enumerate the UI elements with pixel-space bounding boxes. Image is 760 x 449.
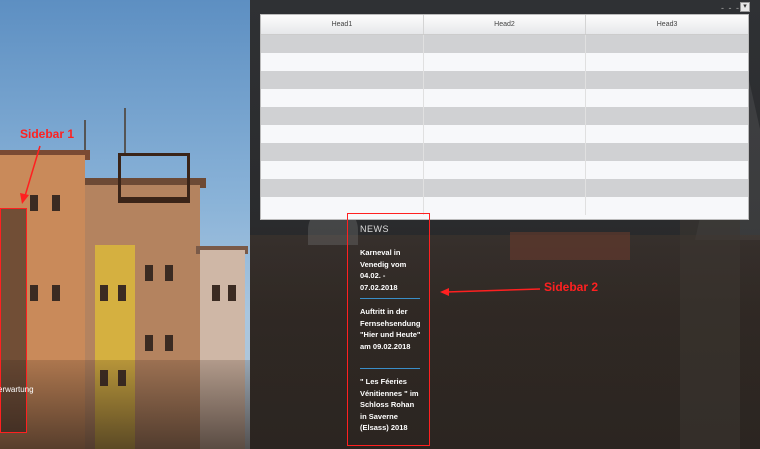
table-cell[interactable] xyxy=(585,71,748,89)
table-cell[interactable] xyxy=(261,53,424,71)
table-cell[interactable] xyxy=(423,107,587,125)
table-cell[interactable] xyxy=(423,197,587,215)
table-row[interactable] xyxy=(261,71,748,89)
table-cell[interactable] xyxy=(423,125,587,143)
table-row[interactable] xyxy=(261,179,748,197)
sidebar-2-annotation: Sidebar 2 xyxy=(544,280,599,294)
table-row[interactable] xyxy=(261,125,748,143)
table-row[interactable] xyxy=(261,161,748,179)
table-row[interactable] xyxy=(261,107,748,125)
sidebar-1-text: erwartung xyxy=(0,385,34,394)
table-cell[interactable] xyxy=(261,161,424,179)
table-cell[interactable] xyxy=(261,89,424,107)
arrow-icon xyxy=(440,288,540,296)
news-item-link[interactable]: " Les Féeries Vénitiennes " im Schloss R… xyxy=(360,376,422,434)
header-row: Head1 Head2 Head3 xyxy=(261,15,748,35)
sidebar-1 xyxy=(0,208,27,433)
news-title: NEWS xyxy=(360,224,389,234)
table-cell[interactable] xyxy=(261,143,424,161)
column-header[interactable]: Head3 xyxy=(585,15,748,35)
rooftop-terrace xyxy=(118,153,190,203)
building-silhouette xyxy=(680,200,740,449)
table-cell[interactable] xyxy=(423,179,587,197)
table-row[interactable] xyxy=(261,197,748,215)
table-cell[interactable] xyxy=(261,179,424,197)
table-cell[interactable] xyxy=(585,125,748,143)
table-cell[interactable] xyxy=(585,161,748,179)
sidebar-2-news: NEWS Karneval in Venedig vom 04.02. - 07… xyxy=(347,213,430,446)
data-grid[interactable]: Head1 Head2 Head3 xyxy=(260,14,749,220)
table-cell[interactable] xyxy=(423,34,587,53)
divider xyxy=(360,298,420,299)
table-cell[interactable] xyxy=(585,53,748,71)
table-cell[interactable] xyxy=(423,53,587,71)
table-cell[interactable] xyxy=(585,89,748,107)
news-item-link[interactable]: Auftritt in der Fernsehsendung "Hier und… xyxy=(360,306,422,352)
table-row[interactable] xyxy=(261,143,748,161)
news-item-link[interactable]: Karneval in Venedig vom 04.02. - 07.02.2… xyxy=(360,247,422,293)
table-row[interactable] xyxy=(261,53,748,71)
table-cell[interactable] xyxy=(585,107,748,125)
chevron-down-icon[interactable]: ▾ xyxy=(740,2,750,12)
column-header[interactable]: Head1 xyxy=(261,15,424,35)
table-cell[interactable] xyxy=(423,143,587,161)
more-dots[interactable]: - - - xyxy=(721,3,740,13)
table-cell[interactable] xyxy=(423,71,587,89)
table-row[interactable] xyxy=(261,34,748,53)
antenna xyxy=(124,108,126,156)
street-shadow xyxy=(0,360,250,449)
table-cell[interactable] xyxy=(261,34,424,53)
table-cell[interactable] xyxy=(585,34,748,53)
roof xyxy=(510,232,630,260)
table-cell[interactable] xyxy=(261,71,424,89)
table-cell[interactable] xyxy=(585,143,748,161)
background-photo xyxy=(0,0,250,449)
divider xyxy=(360,368,420,369)
table-row[interactable] xyxy=(261,89,748,107)
table-cell[interactable] xyxy=(261,125,424,143)
table-cell[interactable] xyxy=(585,197,748,215)
table-cell[interactable] xyxy=(423,89,587,107)
column-header[interactable]: Head2 xyxy=(423,15,587,35)
sidebar-1-annotation: Sidebar 1 xyxy=(20,127,75,141)
table-cell[interactable] xyxy=(423,161,587,179)
table-cell[interactable] xyxy=(261,107,424,125)
table-cell[interactable] xyxy=(585,179,748,197)
